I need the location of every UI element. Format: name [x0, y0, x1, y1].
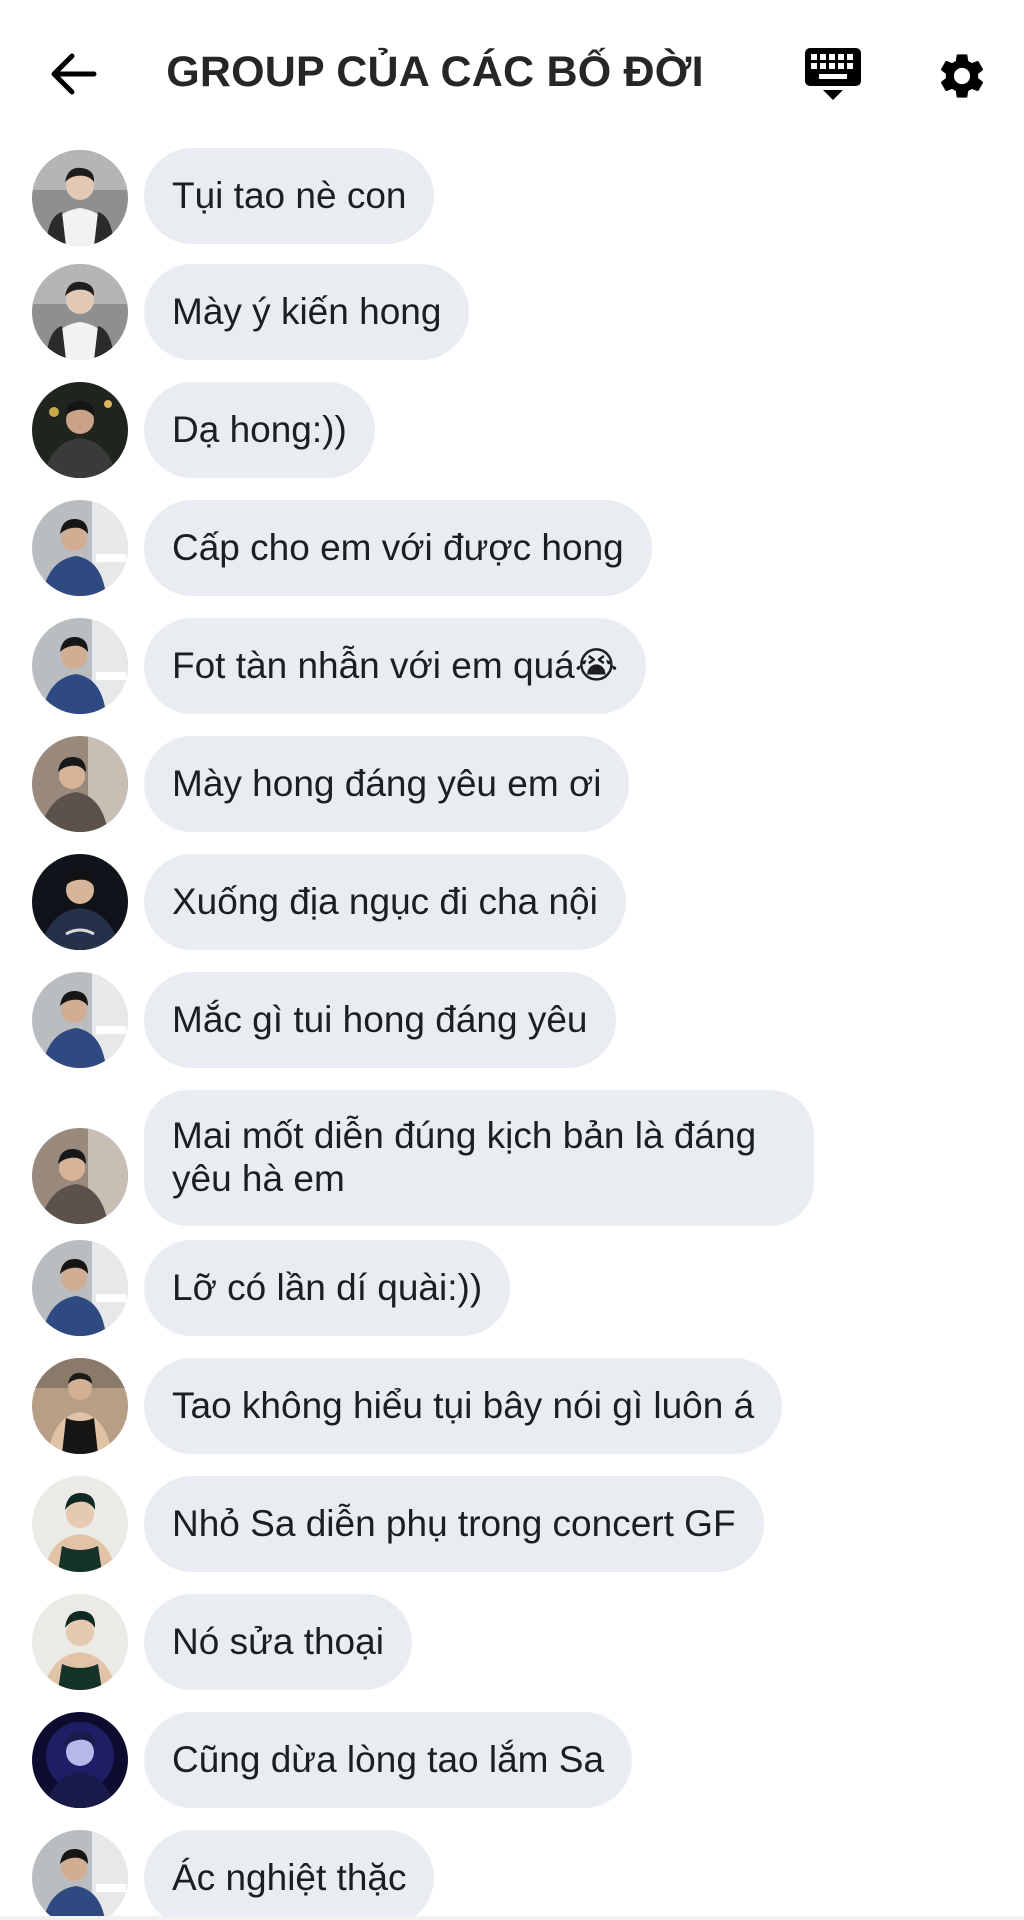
avatar[interactable] — [32, 736, 128, 832]
message-bubble[interactable]: Fot tàn nhẫn với em quá😭 — [144, 618, 646, 714]
message-bubble[interactable]: Dạ hong:)) — [144, 382, 375, 478]
message-bubble[interactable]: Mày ý kiến hong — [144, 264, 470, 360]
avatar[interactable] — [32, 1128, 128, 1224]
message-bubble[interactable]: Tao không hiểu tụi bây nói gì luôn á — [144, 1358, 783, 1454]
avatar[interactable] — [32, 264, 128, 360]
avatar[interactable] — [32, 854, 128, 950]
avatar[interactable] — [32, 150, 128, 246]
keyboard-button[interactable] — [800, 46, 866, 110]
gear-icon — [940, 54, 984, 98]
message-bubble[interactable]: Mắc gì tui hong đáng yêu — [144, 972, 616, 1068]
group-title: GROUP CỦA CÁC BỐ ĐỜI — [166, 48, 704, 96]
avatar[interactable] — [32, 1712, 128, 1808]
chat-header: GROUP CỦA CÁC BỐ ĐỜI — [0, 0, 1024, 148]
avatar[interactable] — [32, 1476, 128, 1572]
avatar[interactable] — [32, 382, 128, 478]
message-bubble[interactable]: Lỡ có lần dí quài:)) — [144, 1240, 511, 1336]
avatar[interactable] — [32, 500, 128, 596]
message-bubble[interactable]: Nhỏ Sa diễn phụ trong concert GF — [144, 1476, 764, 1572]
avatar[interactable] — [32, 1240, 128, 1336]
arrow-left-icon — [51, 53, 97, 95]
settings-button[interactable] — [932, 46, 992, 106]
avatar[interactable] — [32, 618, 128, 714]
message-bubble[interactable]: Cấp cho em với được hong — [144, 500, 652, 596]
message-bubble[interactable]: Tụi tao nè con — [144, 148, 435, 244]
message-bubble[interactable]: Nó sửa thoại — [144, 1594, 412, 1690]
back-button[interactable] — [44, 46, 104, 102]
message-bubble[interactable]: Ác nghiệt thặc — [144, 1830, 435, 1916]
message-bubble[interactable]: Mai mốt diễn đúng kịch bản là đáng yêu h… — [144, 1090, 814, 1226]
message-bubble[interactable]: Mày hong đáng yêu em ơi — [144, 736, 630, 832]
keyboard-icon — [805, 48, 861, 100]
message-bubble[interactable]: Cũng dừa lòng tao lắm Sa — [144, 1712, 633, 1808]
avatar[interactable] — [32, 972, 128, 1068]
message-bubble[interactable]: Xuống địa ngục đi cha nội — [144, 854, 626, 950]
avatar[interactable] — [32, 1358, 128, 1454]
bottom-divider — [0, 1916, 1024, 1920]
message-list[interactable]: Tụi tao nè con Mày ý kiến hong Dạ hong:)… — [0, 148, 1024, 1916]
avatar[interactable] — [32, 1594, 128, 1690]
avatar[interactable] — [32, 1830, 128, 1916]
